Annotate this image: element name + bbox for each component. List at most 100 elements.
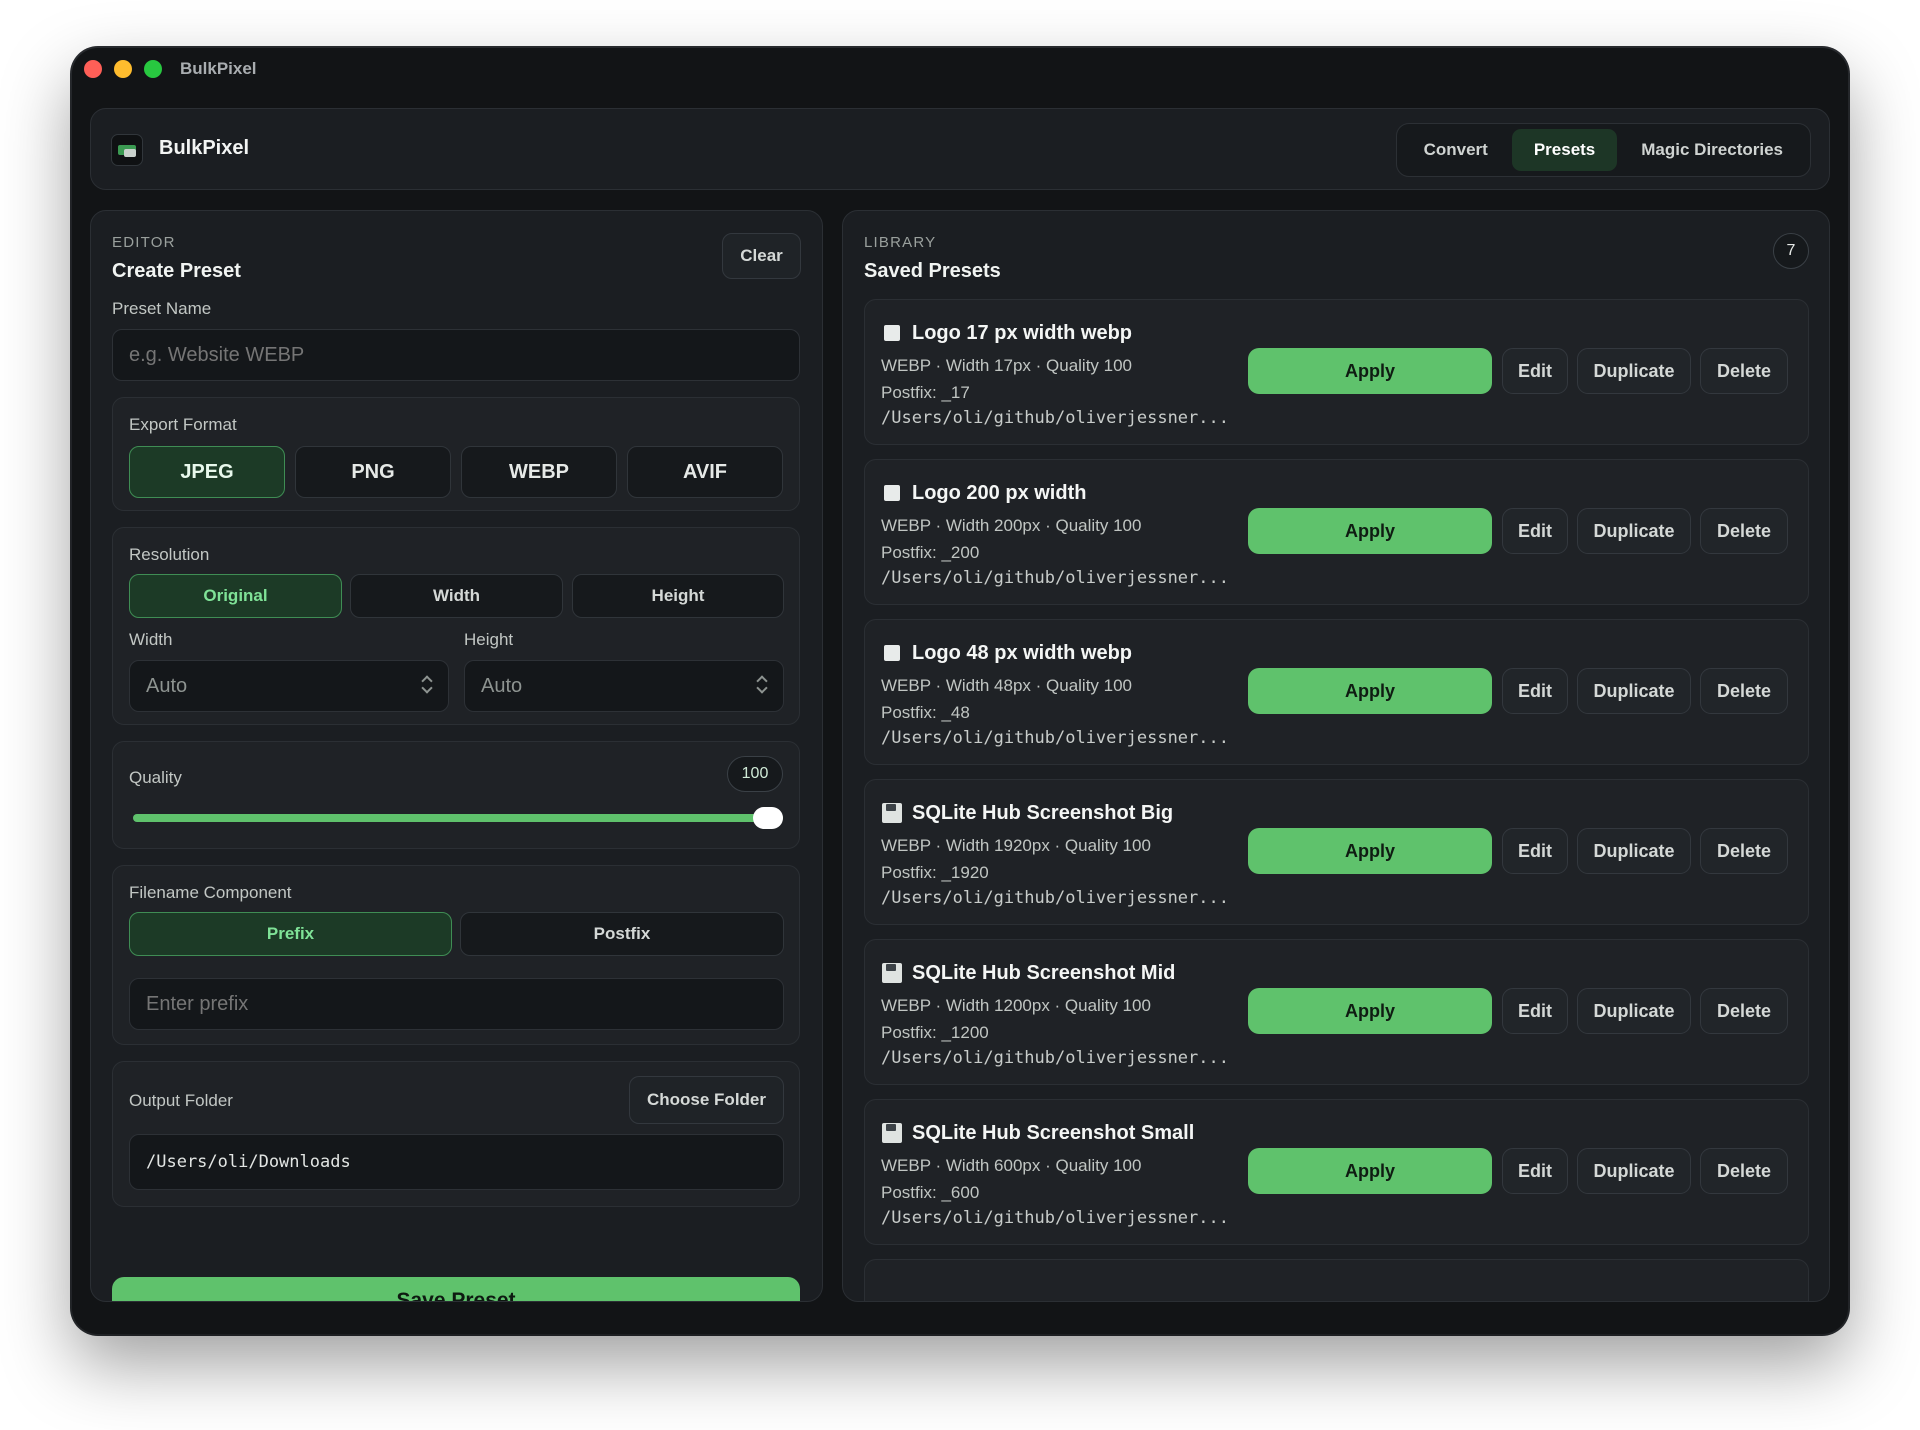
editor-eyebrow: EDITOR	[112, 234, 176, 251]
output-folder-label: Output Folder	[129, 1091, 233, 1110]
library-title: Saved Presets	[864, 260, 1001, 282]
preset-name: SQLite Hub Screenshot Mid	[912, 962, 1176, 984]
choose-folder-button[interactable]: Choose Folder	[629, 1076, 784, 1124]
preset-card: SQLite Hub Screenshot Big WEBP · Width 1…	[864, 779, 1809, 925]
duplicate-button[interactable]: Duplicate	[1577, 828, 1691, 874]
quality-slider[interactable]	[133, 807, 783, 829]
tab-magic-directories[interactable]: Magic Directories	[1619, 129, 1805, 171]
preset-postfix: Postfix: _200	[881, 543, 980, 562]
apply-button[interactable]: Apply	[1248, 668, 1492, 714]
preset-name: SQLite Hub Screenshot Big	[912, 802, 1174, 824]
save-preset-button[interactable]: Save Preset	[112, 1277, 800, 1301]
delete-button[interactable]: Delete	[1700, 348, 1788, 394]
preset-postfix: Postfix: _600	[881, 1183, 980, 1202]
preset-card: Logo 200 px width WEBP · Width 200px · Q…	[864, 459, 1809, 605]
library-panel: LIBRARY Saved Presets 7 Logo 17 px width…	[842, 210, 1830, 1302]
edit-button[interactable]: Edit	[1502, 348, 1568, 394]
preset-postfix: Postfix: _1200	[881, 1023, 989, 1042]
clear-button[interactable]: Clear	[722, 233, 801, 279]
preset-postfix: Postfix: _48	[881, 703, 970, 722]
close-window-button[interactable]	[84, 60, 102, 78]
preset-name: SQLite Hub Screenshot Small	[912, 1122, 1195, 1144]
quality-value-badge: 100	[727, 756, 783, 792]
width-label: Width	[129, 630, 173, 649]
preset-path: /Users/oli/github/oliverjessner...	[881, 1048, 1229, 1068]
tab-presets[interactable]: Presets	[1511, 129, 1618, 171]
height-stepper[interactable]: Auto	[464, 660, 784, 712]
preset-meta: WEBP · Width 17px · Quality 100	[881, 356, 1133, 375]
edit-button[interactable]: Edit	[1502, 508, 1568, 554]
preset-name-input[interactable]	[112, 329, 800, 381]
apply-button[interactable]: Apply	[1248, 508, 1492, 554]
format-jpeg-option[interactable]: JPEG	[129, 446, 285, 498]
title-bar: BulkPixel	[72, 48, 1848, 100]
stepper-chevrons-icon[interactable]	[422, 675, 432, 695]
prefix-input[interactable]	[129, 978, 784, 1030]
preset-card-partial	[864, 1259, 1809, 1301]
preset-path: /Users/oli/github/oliverjessner...	[881, 728, 1229, 748]
square-icon	[881, 642, 903, 664]
height-value: Auto	[481, 675, 523, 697]
preset-postfix: Postfix: _17	[881, 383, 970, 402]
preset-count-badge: 7	[1773, 233, 1809, 269]
preset-postfix: Postfix: _1920	[881, 863, 989, 882]
quality-slider-fill	[133, 814, 783, 822]
preset-card: Logo 17 px width webp WEBP · Width 17px …	[864, 299, 1809, 445]
delete-button[interactable]: Delete	[1700, 828, 1788, 874]
minimize-window-button[interactable]	[114, 60, 132, 78]
output-folder-card: Output Folder Choose Folder /Users/oli/D…	[112, 1061, 800, 1207]
duplicate-button[interactable]: Duplicate	[1577, 348, 1691, 394]
tab-convert[interactable]: Convert	[1402, 129, 1510, 171]
square-icon	[881, 482, 903, 504]
preset-path: /Users/oli/github/oliverjessner...	[881, 888, 1229, 908]
editor-panel: EDITOR Create Preset Clear Preset Name E…	[90, 210, 823, 1302]
resolution-height-option[interactable]: Height	[572, 574, 784, 618]
filename-prefix-option[interactable]: Prefix	[129, 912, 452, 956]
preset-card: SQLite Hub Screenshot Mid WEBP · Width 1…	[864, 939, 1809, 1085]
resolution-card: Resolution Original Width Height Width H…	[112, 527, 800, 725]
preset-path: /Users/oli/github/oliverjessner...	[881, 1208, 1229, 1228]
export-format-card: Export Format JPEG PNG WEBP AVIF	[112, 397, 800, 511]
apply-button[interactable]: Apply	[1248, 988, 1492, 1034]
edit-button[interactable]: Edit	[1502, 1148, 1568, 1194]
edit-button[interactable]: Edit	[1502, 828, 1568, 874]
resolution-label: Resolution	[129, 545, 210, 564]
duplicate-button[interactable]: Duplicate	[1577, 988, 1691, 1034]
window-title: BulkPixel	[180, 59, 257, 78]
preset-name: Logo 200 px width	[912, 482, 1087, 504]
delete-button[interactable]: Delete	[1700, 508, 1788, 554]
quality-card: Quality 100	[112, 741, 800, 849]
format-png-option[interactable]: PNG	[295, 446, 451, 498]
preset-meta: WEBP · Width 200px · Quality 100	[881, 516, 1142, 535]
width-stepper[interactable]: Auto	[129, 660, 449, 712]
edit-button[interactable]: Edit	[1502, 668, 1568, 714]
format-webp-option[interactable]: WEBP	[461, 446, 617, 498]
apply-button[interactable]: Apply	[1248, 828, 1492, 874]
format-avif-option[interactable]: AVIF	[627, 446, 783, 498]
preset-meta: WEBP · Width 1200px · Quality 100	[881, 996, 1151, 1015]
duplicate-button[interactable]: Duplicate	[1577, 508, 1691, 554]
zoom-window-button[interactable]	[144, 60, 162, 78]
main-nav: Convert Presets Magic Directories	[1395, 123, 1811, 177]
delete-button[interactable]: Delete	[1700, 1148, 1788, 1194]
preset-name: Logo 17 px width webp	[912, 322, 1132, 344]
resolution-width-option[interactable]: Width	[350, 574, 563, 618]
duplicate-button[interactable]: Duplicate	[1577, 1148, 1691, 1194]
stepper-chevrons-icon[interactable]	[757, 675, 767, 695]
quality-slider-thumb[interactable]	[753, 807, 783, 829]
apply-button[interactable]: Apply	[1248, 348, 1492, 394]
square-icon	[881, 322, 903, 344]
resolution-original-option[interactable]: Original	[129, 574, 342, 618]
preset-card: Logo 48 px width webp WEBP · Width 48px …	[864, 619, 1809, 765]
preset-meta: WEBP · Width 48px · Quality 100	[881, 676, 1133, 695]
delete-button[interactable]: Delete	[1700, 668, 1788, 714]
filename-component-card: Filename Component Prefix Postfix	[112, 865, 800, 1045]
floppy-disk-icon	[881, 962, 903, 984]
preset-name-label: Preset Name	[112, 299, 212, 318]
filename-postfix-option[interactable]: Postfix	[460, 912, 784, 956]
edit-button[interactable]: Edit	[1502, 988, 1568, 1034]
app-name: BulkPixel	[159, 137, 250, 159]
duplicate-button[interactable]: Duplicate	[1577, 668, 1691, 714]
apply-button[interactable]: Apply	[1248, 1148, 1492, 1194]
delete-button[interactable]: Delete	[1700, 988, 1788, 1034]
